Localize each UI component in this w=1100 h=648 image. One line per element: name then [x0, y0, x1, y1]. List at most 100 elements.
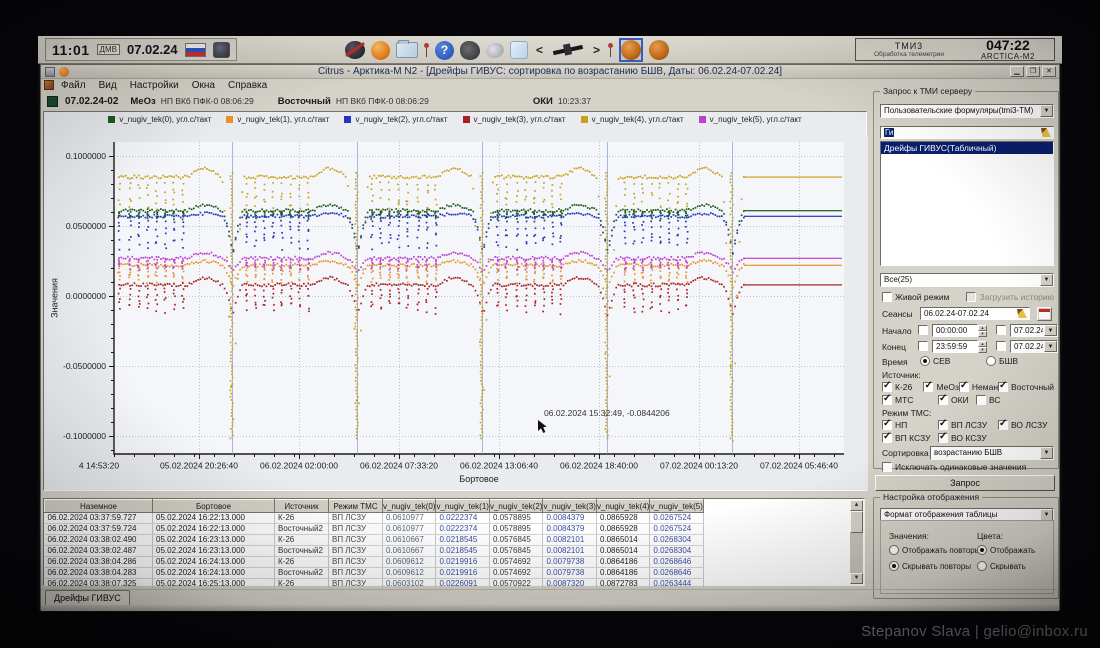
chevron-down-icon[interactable]: ▼	[1044, 325, 1057, 336]
start-time-input[interactable]: 00:00:00 ▲▼	[932, 324, 978, 337]
help-icon[interactable]: ?	[435, 41, 454, 60]
next-arrow-icon[interactable]: >	[591, 43, 602, 57]
apple-icon-selected[interactable]	[619, 38, 643, 62]
start-label: Начало	[882, 326, 912, 336]
show-colors-radio[interactable]: Отображать	[977, 545, 1035, 555]
live-mode-checkbox[interactable]: Живой режим	[882, 292, 966, 302]
taskbar-launcher-icons: ? < >	[345, 39, 669, 61]
menu-item-Вид[interactable]: Вид	[99, 80, 117, 91]
chevron-down-icon[interactable]: ▼	[1040, 447, 1053, 459]
pin-icon-2[interactable]	[608, 43, 613, 58]
apple-icon-2[interactable]	[649, 40, 669, 60]
table-row[interactable]: 06.02.2024 03:38:02.48705.02.2024 16:23:…	[45, 546, 704, 557]
source-checkbox-Восточный[interactable]: Восточный	[998, 382, 1054, 392]
table-header-Наземное[interactable]: Наземное	[45, 500, 153, 513]
table-cell: 0.0609612	[383, 568, 436, 579]
table-cell: 0.0079738	[543, 568, 596, 579]
tms-checkbox-ВП ЛСЗУ[interactable]: ВП ЛСЗУ	[938, 420, 998, 430]
table-header-v_nugiv_tek(3)[interactable]: v_nugiv_tek(3)	[543, 500, 596, 513]
tab-drift-givus[interactable]: Дрейфы ГИВУС	[45, 590, 130, 605]
calendar-button[interactable]	[1037, 307, 1052, 321]
table-header-v_nugiv_tek(0)[interactable]: v_nugiv_tek(0)	[383, 500, 436, 513]
all-filter-combo[interactable]: Все(25)▼	[880, 273, 1054, 287]
formular-search-input[interactable]: Ги	[880, 126, 1054, 139]
start-date-checkbox[interactable]	[996, 325, 1006, 335]
table-row[interactable]: 06.02.2024 03:37:59.72405.02.2024 16:22:…	[45, 524, 704, 535]
start-date-combo[interactable]: 07.02.24▼	[1010, 324, 1058, 337]
chevron-down-icon[interactable]: ▼	[1044, 341, 1057, 352]
tms-checkbox-НП[interactable]: НП	[882, 420, 938, 430]
formular-combo[interactable]: Пользовательские формуляры(tmi3-ТМ)▼	[880, 104, 1054, 118]
previous-arrow-icon[interactable]: <	[534, 43, 545, 57]
satellite-icon[interactable]	[551, 43, 585, 57]
scroll-up-button[interactable]: ▲	[850, 500, 863, 511]
tms-checkbox-ВП КСЗУ[interactable]: ВП КСЗУ	[882, 433, 938, 443]
table-header-v_nugiv_tek(4)[interactable]: v_nugiv_tek(4)	[596, 500, 649, 513]
load-history-checkbox[interactable]: Загрузить историю	[966, 292, 1054, 302]
menu-item-Справка[interactable]: Справка	[228, 80, 267, 91]
hide-colors-radio[interactable]: Скрывать	[977, 561, 1026, 571]
hide-repeats-radio[interactable]: Скрывать повторы	[889, 561, 971, 571]
menu-item-Настройки[interactable]: Настройки	[130, 80, 179, 91]
table-cell: 06.02.2024 03:38:02.490	[45, 535, 153, 546]
tms-checkbox-ВО КСЗУ[interactable]: ВО КСЗУ	[938, 433, 987, 443]
sessions-input[interactable]: 06.02.24-07.02.24	[920, 307, 1030, 320]
sort-combo[interactable]: возрастанию БШВ▼	[930, 446, 1054, 460]
time-spinner[interactable]: ▲▼	[978, 341, 987, 352]
source-checkbox-МеОз[interactable]: МеОз	[923, 382, 958, 392]
source-checkbox-Неман[interactable]: Неман	[959, 382, 998, 392]
table-header-v_nugiv_tek(5)[interactable]: v_nugiv_tek(5)	[650, 500, 703, 513]
table-header-v_nugiv_tek(1)[interactable]: v_nugiv_tek(1)	[436, 500, 489, 513]
end-time-checkbox[interactable]	[918, 341, 928, 351]
table-row[interactable]: 06.02.2024 03:38:02.49005.02.2024 16:23:…	[45, 535, 704, 546]
source-checkbox-К-26[interactable]: К-26	[882, 382, 923, 392]
source-checkbox-ОКИ[interactable]: ОКИ	[938, 395, 976, 405]
query-button[interactable]: Запрос	[875, 475, 1055, 491]
source-checkbox-ВС[interactable]: ВС	[976, 395, 1001, 405]
folder-icon[interactable]	[396, 42, 418, 58]
table-cell: 0.0222374	[436, 513, 489, 524]
exclude-duplicates-checkbox[interactable]: Исключать одинаковые значения	[882, 462, 1026, 472]
table-cell: 0.0872783	[596, 579, 649, 590]
clear-broom-icon[interactable]	[1041, 128, 1051, 137]
menu-item-Окна[interactable]: Окна	[192, 80, 215, 91]
table-header-Источник[interactable]: Источник	[275, 500, 329, 513]
source-checkbox-row: МТСОКИВС	[882, 395, 1054, 405]
end-time-input[interactable]: 23:59:59 ▲▼	[932, 340, 978, 353]
chevron-down-icon[interactable]: ▼	[1040, 105, 1053, 117]
source-checkbox-МТС[interactable]: МТС	[882, 395, 938, 405]
table-row[interactable]: 06.02.2024 03:37:59.72705.02.2024 16:22:…	[45, 513, 704, 524]
time-spinner[interactable]: ▲▼	[978, 325, 987, 336]
scroll-down-button[interactable]: ▼	[850, 573, 863, 584]
table-header-Бортовое[interactable]: Бортовое	[153, 500, 275, 513]
drift-plot-canvas[interactable]	[44, 136, 868, 490]
table-row[interactable]: 06.02.2024 03:38:07.32505.02.2024 16:25:…	[45, 579, 704, 590]
table-cell: 0.0865928	[596, 513, 649, 524]
clear-broom-icon[interactable]	[1017, 309, 1027, 318]
end-date-combo[interactable]: 07.02.24▼	[1010, 340, 1058, 353]
tms-checkbox-ВО ЛСЗУ[interactable]: ВО ЛСЗУ	[998, 420, 1047, 430]
ice-cube-icon[interactable]	[510, 41, 528, 59]
values-label: Значения:	[889, 531, 929, 541]
table-row[interactable]: 06.02.2024 03:38:04.28605.02.2024 16:24:…	[45, 557, 704, 568]
table-cell: 0.0084379	[543, 524, 596, 535]
mouse-icon[interactable]	[484, 40, 505, 59]
orange-fruit-icon[interactable]	[371, 41, 390, 60]
formular-list-item[interactable]: Дрейфы ГИВУС(Табличный)	[881, 142, 1053, 154]
pin-icon[interactable]	[424, 43, 429, 58]
show-repeats-radio[interactable]: Отображать повторы	[889, 545, 980, 555]
time-bshv-radio[interactable]: БШВ	[986, 356, 1018, 366]
end-date-checkbox[interactable]	[996, 341, 1006, 351]
start-time-checkbox[interactable]	[918, 325, 928, 335]
chevron-down-icon[interactable]: ▼	[1040, 274, 1053, 286]
camera-disabled-icon[interactable]	[345, 41, 365, 59]
keyboard-layout-icon[interactable]	[213, 42, 230, 58]
table-header-Режим ТМС[interactable]: Режим ТМС	[329, 500, 383, 513]
table-row[interactable]: 06.02.2024 03:38:04.28305.02.2024 16:24:…	[45, 568, 704, 579]
eagle-icon[interactable]	[460, 41, 480, 60]
menu-item-Файл[interactable]: Файл	[61, 80, 86, 91]
table-header-v_nugiv_tek(2)[interactable]: v_nugiv_tek(2)	[489, 500, 542, 513]
table-scrollbar[interactable]: ▲ ▼	[850, 500, 863, 584]
time-sev-radio[interactable]: СЕВ	[920, 356, 950, 366]
scroll-thumb[interactable]	[850, 511, 863, 533]
